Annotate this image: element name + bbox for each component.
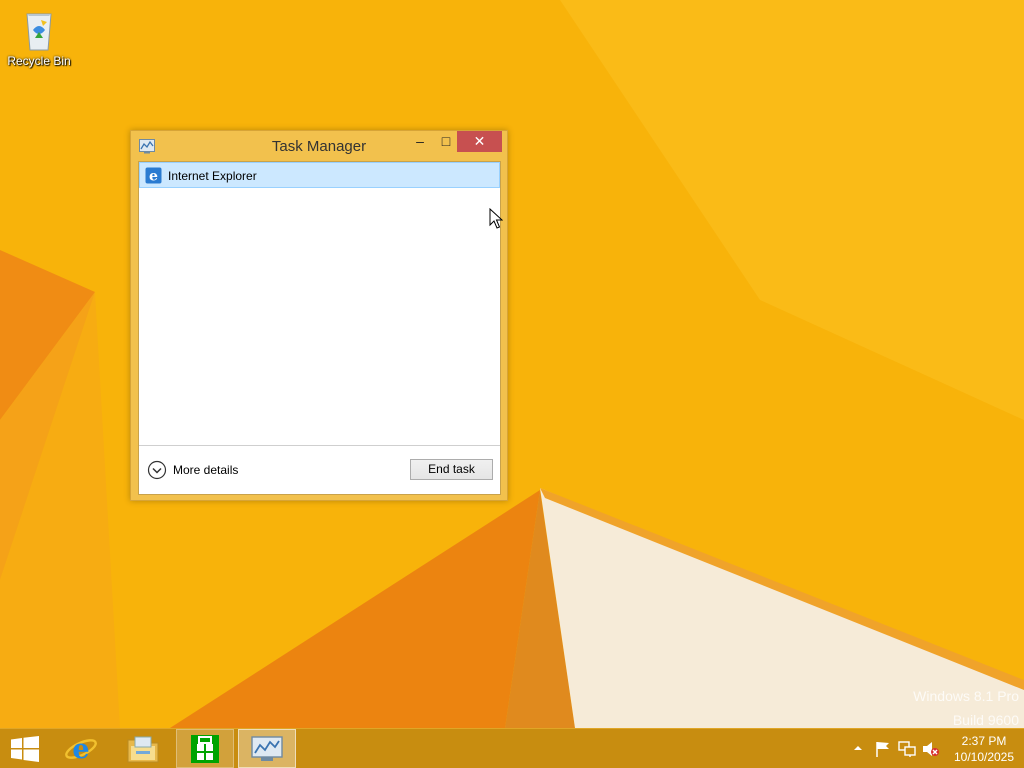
task-manager-window[interactable]: Task Manager – □ ✕ e Internet Explorer M… — [130, 130, 508, 501]
taskbar-store-button[interactable] — [176, 729, 234, 768]
process-name: Internet Explorer — [168, 169, 257, 183]
process-list[interactable]: e Internet Explorer — [139, 162, 500, 445]
clock-time: 2:37 PM — [961, 734, 1007, 748]
watermark-build: Build 9600 — [952, 712, 1019, 728]
more-details-label: More details — [173, 463, 239, 477]
maximize-button[interactable]: □ — [433, 131, 459, 152]
task-manager-footer: More details End task — [139, 445, 500, 494]
maximize-icon: □ — [441, 133, 451, 149]
process-row-internet-explorer[interactable]: e Internet Explorer — [139, 162, 500, 188]
taskbar-task-manager-button[interactable] — [238, 729, 296, 768]
close-button[interactable]: ✕ — [457, 131, 502, 152]
minimize-button[interactable]: – — [407, 131, 433, 152]
internet-explorer-icon: e — [65, 734, 97, 765]
watermark-edition: Windows 8.1 Pro — [913, 688, 1019, 704]
clock[interactable]: 2:37 PM 10/10/2025 — [948, 733, 1020, 765]
taskbar: e 2:37 PM 10/10/2025 — [0, 728, 1024, 768]
close-icon: ✕ — [473, 133, 486, 149]
taskbar-file-explorer-button[interactable] — [114, 729, 172, 768]
clock-date: 10/10/2025 — [953, 750, 1015, 764]
volume-muted-icon[interactable] — [922, 741, 940, 757]
desktop-icon-recycle-bin[interactable]: Recycle Bin — [4, 6, 74, 68]
task-manager-icon — [251, 735, 283, 761]
desktop[interactable]: Recycle Bin Windows 8.1 Pro Build 9600 T… — [0, 0, 1024, 728]
mouse-cursor-icon — [489, 208, 503, 229]
svg-text:e: e — [72, 734, 89, 765]
folder-icon — [127, 736, 159, 762]
chevron-down-icon — [147, 460, 167, 480]
svg-text:e: e — [149, 169, 158, 185]
window-client-area: e Internet Explorer More details End tas… — [138, 161, 501, 495]
minimize-icon: – — [416, 133, 424, 149]
store-icon — [191, 734, 219, 763]
title-bar[interactable]: Task Manager – □ ✕ — [131, 131, 507, 161]
internet-explorer-icon: e — [145, 167, 162, 184]
network-icon[interactable] — [898, 741, 916, 757]
recycle-bin-icon — [26, 13, 52, 51]
windows-logo-icon — [11, 735, 39, 762]
system-tray: 2:37 PM 10/10/2025 — [844, 729, 1024, 768]
windows-watermark: Windows 8.1 Pro Build 9600 — [913, 684, 1019, 728]
action-center-flag-icon[interactable] — [874, 741, 892, 757]
start-button[interactable] — [0, 729, 50, 768]
desktop-icon-label: Recycle Bin — [7, 54, 71, 68]
show-hidden-icons-icon[interactable] — [852, 743, 864, 753]
taskbar-internet-explorer-button[interactable]: e — [52, 729, 110, 768]
end-task-button[interactable]: End task — [410, 459, 493, 480]
